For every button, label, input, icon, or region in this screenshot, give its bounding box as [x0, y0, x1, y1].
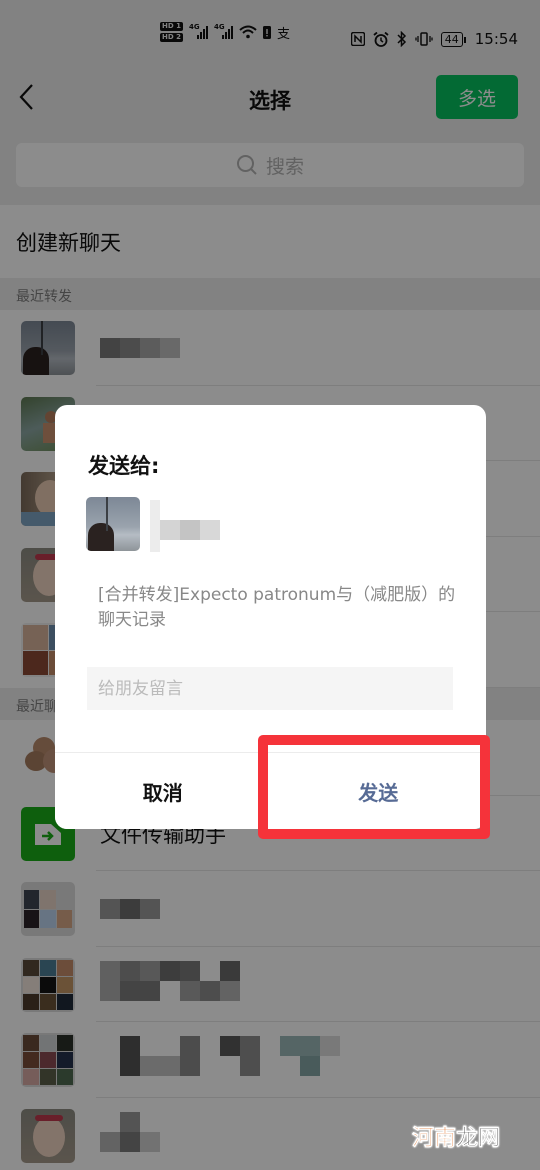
recipient-name-blurred	[150, 500, 220, 552]
cancel-button[interactable]: 取消	[55, 753, 271, 829]
highlight-box	[258, 735, 490, 839]
watermark: 河南龙网	[411, 1126, 501, 1152]
forwarded-message-preview: [合并转发]Expecto patronum与（减肥版）的聊天记录	[98, 585, 456, 630]
dialog-title: 发送给:	[88, 454, 160, 478]
recipient-avatar	[86, 497, 140, 551]
comment-input[interactable]	[87, 667, 453, 710]
